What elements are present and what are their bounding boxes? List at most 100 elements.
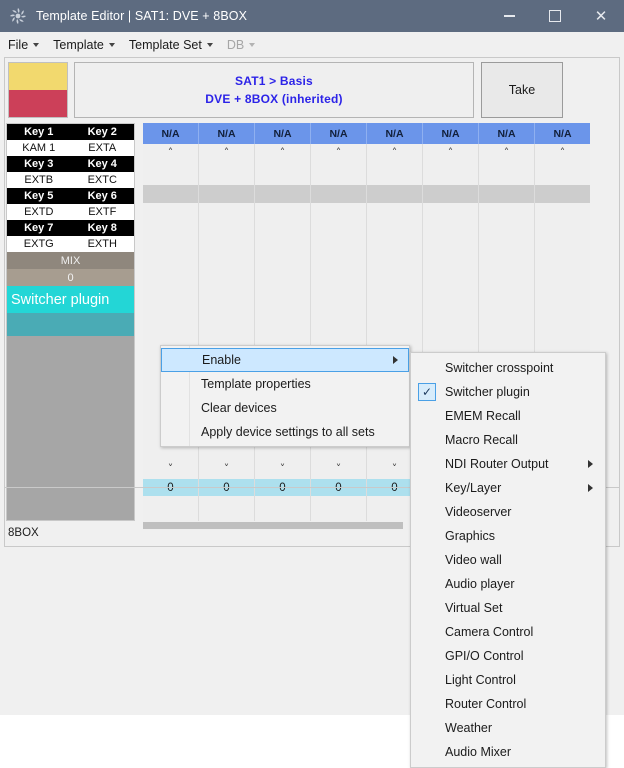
grid-slot[interactable]	[423, 185, 478, 203]
breadcrumb: SAT1 > Basis	[235, 74, 313, 88]
grid-up-arrow-cell[interactable]: ˄	[255, 144, 311, 164]
menu-template-set[interactable]: Template Set	[129, 38, 213, 52]
mix-value[interactable]: 0	[7, 269, 134, 286]
submenu-item-video-wall[interactable]: Video wall	[411, 548, 605, 572]
grid-slot[interactable]	[367, 185, 422, 203]
grid-down-arrow-cell[interactable]: ˅	[255, 461, 310, 479]
menu-db-label: DB	[226, 37, 245, 52]
submenu-item-label: Audio Mixer	[445, 745, 511, 759]
grid-up-arrow-cell[interactable]: ˄	[143, 144, 199, 164]
color-swatch[interactable]	[8, 62, 68, 118]
submenu-item-audio-mixer[interactable]: Audio Mixer	[411, 740, 605, 764]
grid-header-cell[interactable]: N/A	[479, 123, 535, 144]
key-header-row: Key 7 Key 8	[7, 220, 134, 236]
grid-slot[interactable]	[535, 185, 590, 203]
close-button[interactable]: ✕	[578, 0, 624, 32]
submenu-item-label: NDI Router Output	[445, 457, 549, 471]
grid-slot[interactable]	[479, 185, 534, 203]
grid-column[interactable]: ˅ 0	[199, 164, 255, 521]
submenu-item-light-control[interactable]: Light Control	[411, 668, 605, 692]
context-menu-item-label: Template properties	[201, 377, 311, 391]
submenu-item-virtual-set[interactable]: Virtual Set	[411, 596, 605, 620]
list-item-switcher-plugin[interactable]: Switcher plugin	[7, 286, 134, 313]
chevron-up-icon: ˄	[335, 146, 342, 159]
context-menu-item-label: Apply device settings to all sets	[201, 425, 375, 439]
key-label: Key 7	[24, 222, 54, 234]
grid-header-cell[interactable]: N/A	[255, 123, 311, 144]
grid-up-arrow-row: ˄ ˄ ˄ ˄ ˄ ˄ ˄ ˄	[143, 144, 590, 164]
key-label: Key 2	[87, 126, 117, 138]
chevron-up-icon: ˄	[279, 146, 286, 159]
grid-slot[interactable]	[143, 185, 198, 203]
grid-header-cell[interactable]: N/A	[423, 123, 479, 144]
submenu-item-label: GPI/O Control	[445, 649, 524, 663]
grid-up-arrow-cell[interactable]: ˄	[535, 144, 590, 164]
minimize-button[interactable]	[486, 0, 532, 32]
submenu-item-graphics[interactable]: Graphics	[411, 524, 605, 548]
chevron-up-icon: ˄	[503, 146, 510, 159]
grid-header-cell[interactable]: N/A	[199, 123, 255, 144]
menu-template[interactable]: Template	[53, 38, 115, 52]
context-menu-item-template-properties[interactable]: Template properties	[161, 372, 409, 396]
enable-submenu[interactable]: Switcher crosspoint ✓ Switcher plugin EM…	[410, 352, 606, 768]
submenu-item-emem-recall[interactable]: EMEM Recall	[411, 404, 605, 428]
context-menu-item-apply-device-settings[interactable]: Apply device settings to all sets	[161, 420, 409, 444]
grid-down-arrow-cell[interactable]: ˅	[199, 461, 254, 479]
submenu-item-weather[interactable]: Weather	[411, 716, 605, 740]
grid-column[interactable]: ˅ 0	[311, 164, 367, 521]
menu-bar: File Template Template Set DB	[0, 32, 624, 57]
menu-template-set-label: Template Set	[128, 37, 202, 52]
submenu-item-key-layer[interactable]: Key/Layer	[411, 476, 605, 500]
key-value-row[interactable]: EXTG EXTH	[7, 236, 134, 252]
grid-column[interactable]: ˅ 0	[255, 164, 311, 521]
key-value-row[interactable]: EXTB EXTC	[7, 172, 134, 188]
submenu-item-switcher-plugin[interactable]: ✓ Switcher plugin	[411, 380, 605, 404]
key-label: Key 3	[24, 158, 54, 170]
grid-slot[interactable]	[311, 185, 366, 203]
submenu-item-switcher-crosspoint[interactable]: Switcher crosspoint	[411, 356, 605, 380]
device-list[interactable]: Key 1 Key 2 KAM 1 EXTA Key 3 Key 4 EXTB …	[6, 123, 135, 521]
grid-slot[interactable]	[199, 185, 254, 203]
context-menu[interactable]: Enable Template properties Clear devices…	[160, 345, 410, 447]
submenu-item-camera-control[interactable]: Camera Control	[411, 620, 605, 644]
submenu-item-macro-recall[interactable]: Macro Recall	[411, 428, 605, 452]
context-menu-item-label: Clear devices	[201, 401, 277, 415]
menu-file[interactable]: File	[8, 38, 40, 52]
context-menu-item-enable[interactable]: Enable	[161, 348, 409, 372]
scrollbar-thumb[interactable]	[143, 522, 403, 529]
grid-up-arrow-cell[interactable]: ˄	[199, 144, 255, 164]
grid-down-arrow-cell[interactable]: ˅	[311, 461, 366, 479]
grid-header-cell[interactable]: N/A	[311, 123, 367, 144]
maximize-button[interactable]	[532, 0, 578, 32]
submenu-item-router-control[interactable]: Router Control	[411, 692, 605, 716]
grid-header-cell[interactable]: N/A	[367, 123, 423, 144]
grid-up-arrow-cell[interactable]: ˄	[423, 144, 479, 164]
check-icon[interactable]: ✓	[418, 383, 436, 401]
grid-column[interactable]: ˅ 0	[143, 164, 199, 521]
template-name: DVE + 8BOX (inherited)	[205, 92, 343, 106]
mix-label: MIX	[7, 252, 134, 269]
submenu-item-audio-player[interactable]: Audio player	[411, 572, 605, 596]
key-value: EXTH	[87, 238, 117, 250]
list-item-plugin-detail[interactable]	[7, 313, 134, 336]
submenu-item-label: EMEM Recall	[445, 409, 521, 423]
key-label: Key 8	[87, 222, 117, 234]
grid-header-cell[interactable]: N/A	[535, 123, 590, 144]
grid-down-arrow-cell[interactable]: ˅	[143, 461, 198, 479]
key-value-row[interactable]: EXTD EXTF	[7, 204, 134, 220]
grid-up-arrow-cell[interactable]: ˄	[479, 144, 535, 164]
key-value: EXTC	[87, 174, 117, 186]
submenu-item-gpio-control[interactable]: GPI/O Control	[411, 644, 605, 668]
key-value-row[interactable]: KAM 1 EXTA	[7, 140, 134, 156]
grid-header-cell[interactable]: N/A	[143, 123, 199, 144]
submenu-item-ndi-router-output[interactable]: NDI Router Output	[411, 452, 605, 476]
status-text: 8BOX	[8, 527, 39, 539]
grid-up-arrow-cell[interactable]: ˄	[311, 144, 367, 164]
grid-up-arrow-cell[interactable]: ˄	[367, 144, 423, 164]
take-button[interactable]: Take	[481, 62, 563, 118]
key-label: Key 4	[87, 158, 117, 170]
key-header-row: Key 1 Key 2	[7, 124, 134, 140]
submenu-item-videoserver[interactable]: Videoserver	[411, 500, 605, 524]
grid-slot[interactable]	[255, 185, 310, 203]
context-menu-item-clear-devices[interactable]: Clear devices	[161, 396, 409, 420]
